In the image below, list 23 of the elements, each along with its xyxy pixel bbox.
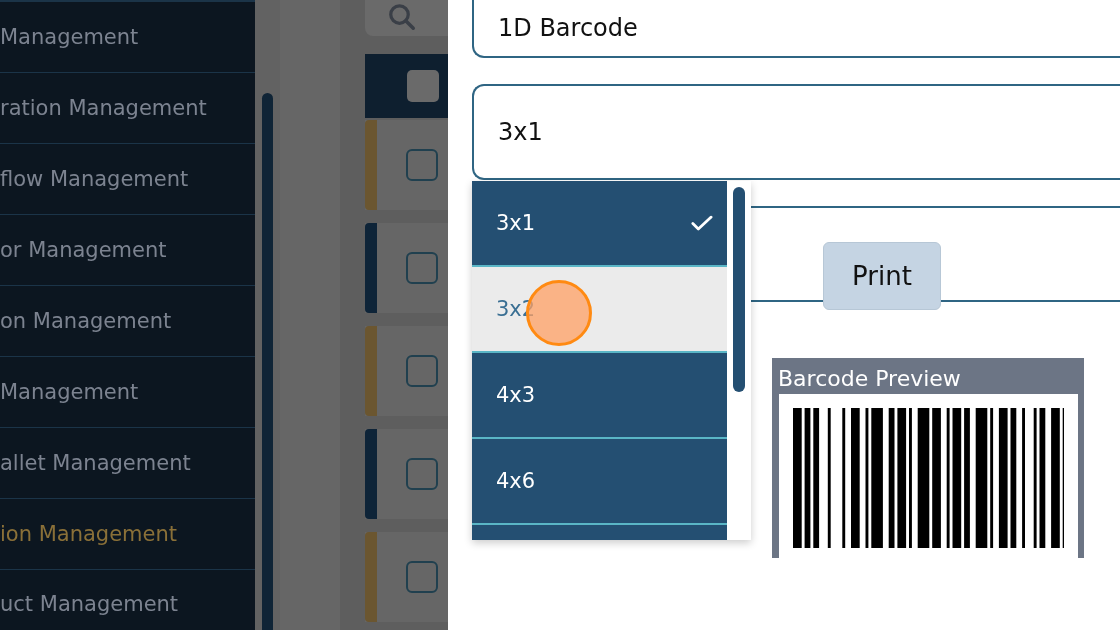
scrollbar-thumb[interactable]: [733, 187, 745, 392]
checkbox[interactable]: [407, 70, 439, 102]
search-field[interactable]: [365, 0, 448, 36]
checkbox[interactable]: [406, 458, 438, 490]
select-field[interactable]: 3x1: [472, 84, 1120, 180]
checkbox[interactable]: [406, 149, 438, 181]
table-row[interactable]: [365, 326, 448, 416]
dropdown-option[interactable]: 4x6: [472, 439, 727, 525]
table-row[interactable]: [365, 223, 448, 313]
table-row[interactable]: [365, 532, 448, 622]
dropdown-option[interactable]: 4x3: [472, 353, 727, 439]
sidebar-item[interactable]: uct Management: [0, 570, 255, 630]
checkbox[interactable]: [406, 355, 438, 387]
table-row[interactable]: [365, 120, 448, 210]
search-icon: [387, 2, 417, 32]
checkbox[interactable]: [406, 561, 438, 593]
dropdown-option[interactable]: 3x1: [472, 181, 727, 267]
table-row[interactable]: [365, 429, 448, 519]
select-field[interactable]: 1D Barcode: [472, 0, 1120, 58]
preview-title: Barcode Preview: [778, 365, 962, 393]
checkbox[interactable]: [406, 252, 438, 284]
scrollbar-thumb[interactable]: [262, 93, 273, 630]
print-button[interactable]: Print: [823, 242, 941, 310]
